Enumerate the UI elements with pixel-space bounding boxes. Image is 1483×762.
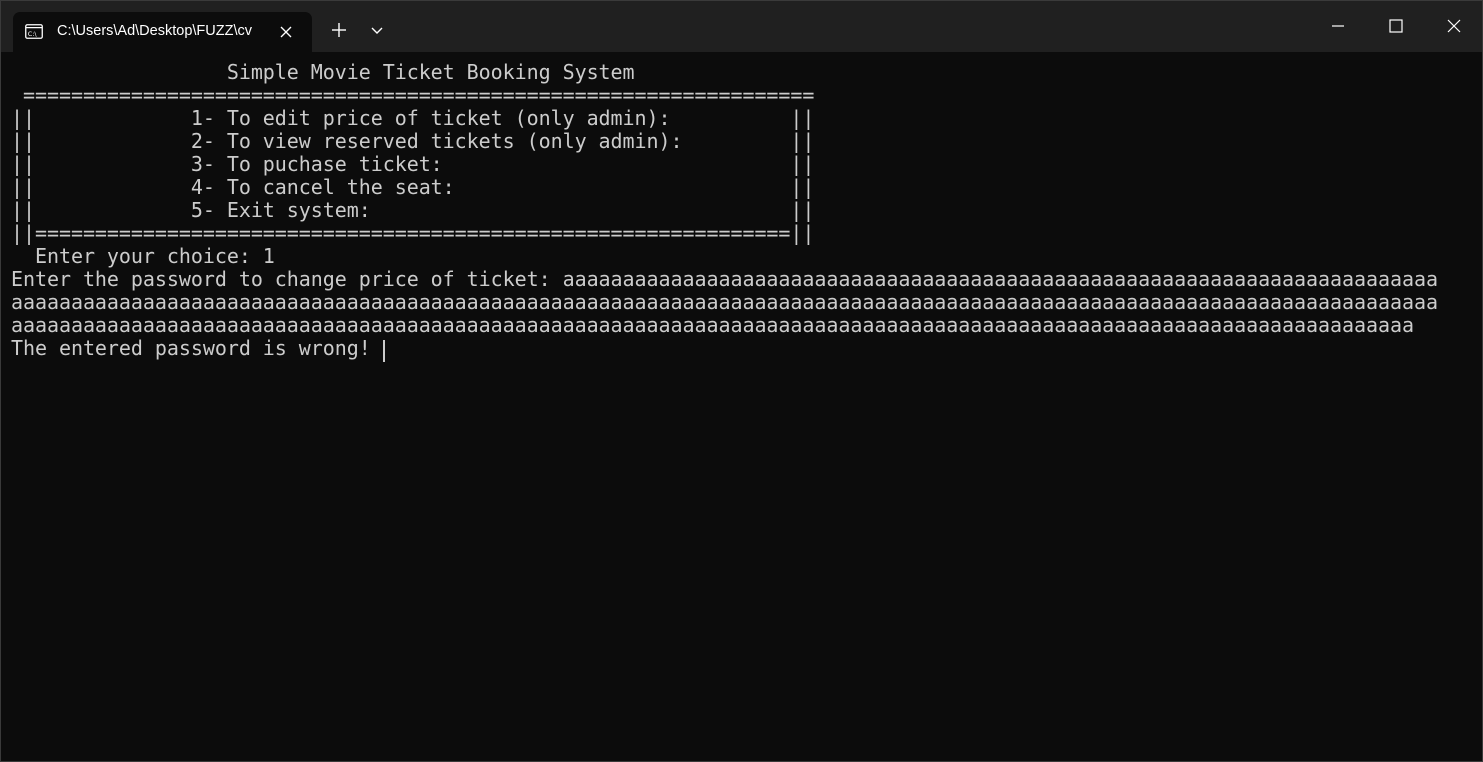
terminal-output[interactable]: Simple Movie Ticket Booking System =====… — [1, 52, 1482, 761]
close-icon — [1447, 19, 1461, 33]
text-cursor — [383, 340, 385, 362]
chevron-down-icon[interactable] — [367, 20, 387, 40]
console-line: || 4- To cancel the seat: || — [11, 175, 815, 199]
console-line: The entered password is wrong! — [11, 336, 383, 360]
plus-icon[interactable] — [329, 20, 349, 40]
minimize-icon — [1332, 25, 1344, 27]
console-line: || 2- To view reserved tickets (only adm… — [11, 129, 815, 153]
close-window-button[interactable] — [1425, 1, 1482, 52]
svg-text:C:\: C:\ — [28, 30, 38, 38]
title-bar[interactable]: C:\ C:\Users\Ad\Desktop\FUZZ\cv — [1, 1, 1482, 52]
console-line: || 1- To edit price of ticket (only admi… — [11, 106, 815, 130]
tab-terminal[interactable]: C:\ C:\Users\Ad\Desktop\FUZZ\cv — [13, 12, 312, 52]
console-line: Enter your choice: 1 — [11, 244, 275, 268]
tab-title: C:\Users\Ad\Desktop\FUZZ\cv — [57, 23, 252, 39]
console-line: ||======================================… — [11, 221, 815, 245]
console-line: aaaaaaaaaaaaaaaaaaaaaaaaaaaaaaaaaaaaaaaa… — [11, 313, 1414, 337]
console-line: Simple Movie Ticket Booking System — [11, 60, 635, 84]
minimize-button[interactable] — [1309, 1, 1367, 52]
console-line: aaaaaaaaaaaaaaaaaaaaaaaaaaaaaaaaaaaaaaaa… — [11, 290, 1438, 314]
terminal-window: C:\ C:\Users\Ad\Desktop\FUZZ\cv Simple M… — [0, 0, 1483, 762]
console-line: || 3- To puchase ticket: || — [11, 152, 815, 176]
close-icon[interactable] — [277, 23, 295, 41]
terminal-icon: C:\ — [25, 24, 43, 39]
console-line: || 5- Exit system: || — [11, 198, 815, 222]
maximize-button[interactable] — [1367, 1, 1425, 52]
maximize-icon — [1389, 19, 1403, 33]
console-line: Enter the password to change price of ti… — [11, 267, 1438, 291]
console-line: ========================================… — [11, 83, 815, 107]
